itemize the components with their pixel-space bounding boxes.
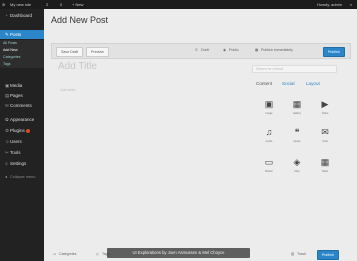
map-icon: ◈ bbox=[293, 157, 301, 167]
block-image[interactable]: ▣ Image bbox=[258, 96, 280, 118]
table-icon: ▦ bbox=[320, 157, 330, 167]
sidebar-item-settings[interactable]: ≡ Settings bbox=[0, 159, 44, 168]
block-audio[interactable]: ♫ Audio bbox=[258, 124, 280, 146]
key-icon: ⚿ bbox=[195, 48, 198, 52]
sidebar-item-dashboard[interactable]: ◔ Dashboard bbox=[0, 11, 44, 20]
credits-caption: UI Explorations by Joen Asmussen & Mel C… bbox=[107, 248, 250, 258]
new-content-link[interactable]: + New bbox=[72, 2, 83, 7]
submenu-tags[interactable]: Tags bbox=[0, 61, 44, 68]
user-icon: ☺ bbox=[5, 139, 10, 144]
page-title: Add New Post bbox=[51, 15, 109, 25]
image-icon: ▣ bbox=[264, 99, 274, 109]
sidebar-item-label: Dashboard bbox=[10, 13, 33, 18]
submenu-all-posts[interactable]: All Posts bbox=[0, 40, 44, 47]
tab-layout[interactable]: Layout bbox=[306, 81, 320, 86]
block-search-input[interactable]: Search for a block bbox=[252, 65, 337, 73]
settings-icon: ≡ bbox=[5, 161, 8, 166]
block-quote[interactable]: ❝ Quote bbox=[286, 124, 308, 146]
schedule-dropdown[interactable]: Publish immediately bbox=[261, 48, 293, 52]
block-button[interactable]: ▭ Button bbox=[258, 154, 280, 176]
greeting[interactable]: Howdy, admin bbox=[317, 2, 342, 7]
calendar-icon: ▦ bbox=[255, 48, 259, 52]
sidebar-item-label: Collapse menu bbox=[10, 175, 36, 179]
chat-icon: ✉ bbox=[321, 127, 329, 137]
admin-bar: ⊛ My new site 2 0 + New Howdy, admin ⌕ bbox=[0, 0, 357, 9]
collapse-menu-button[interactable]: ◂ Collapse menu bbox=[0, 173, 44, 182]
footer-publish-button[interactable]: Publish bbox=[317, 250, 339, 260]
post-body-editor[interactable]: Just write... bbox=[60, 88, 78, 92]
gallery-icon: ▦ bbox=[292, 99, 302, 109]
tag-icon: ◇ bbox=[96, 252, 99, 256]
admin-sidebar: ◔ Dashboard ✎Posts All Posts Add New Cate… bbox=[0, 9, 44, 261]
block-gallery[interactable]: ▦ Gallery bbox=[286, 96, 308, 118]
submenu-add-new[interactable]: Add New bbox=[0, 47, 44, 54]
submenu-categories[interactable]: Categories bbox=[0, 54, 44, 61]
sidebar-item-posts[interactable]: ✎Posts bbox=[0, 30, 44, 39]
sidebar-item-label: Media bbox=[10, 83, 23, 88]
trash-icon: ▥ bbox=[291, 252, 295, 256]
save-draft-button[interactable]: Save Draft bbox=[56, 47, 83, 57]
page-icon: ▤ bbox=[5, 93, 10, 98]
media-icon: ▣ bbox=[5, 83, 10, 88]
pin-icon: ✎ bbox=[5, 32, 9, 37]
quote-icon: ❝ bbox=[294, 127, 300, 137]
tab-content[interactable]: Content bbox=[256, 81, 272, 86]
eye-icon: ◉ bbox=[223, 48, 227, 52]
block-map[interactable]: ◈ Map bbox=[286, 154, 308, 176]
sidebar-item-comments[interactable]: ✉Comments bbox=[0, 101, 44, 110]
sidebar-item-media[interactable]: ▣Media bbox=[0, 81, 44, 90]
main-content: Add New Post Save Draft Preview ⚿ Draft … bbox=[44, 9, 357, 261]
tab-social[interactable]: Social bbox=[282, 81, 295, 86]
sidebar-item-pages[interactable]: ▤Pages bbox=[0, 91, 44, 100]
search-icon[interactable]: ⌕ bbox=[350, 2, 352, 7]
trash-button[interactable]: Trash bbox=[297, 252, 306, 256]
folder-icon: ▭ bbox=[53, 252, 57, 256]
sidebar-item-appearance[interactable]: ✿Appearance bbox=[0, 115, 44, 124]
collapse-icon: ◂ bbox=[5, 175, 7, 179]
site-name-link[interactable]: My new site bbox=[10, 2, 31, 7]
editor-toolbar: Save Draft Preview ⚿ Draft ◉ Public ▦ Pu… bbox=[51, 43, 351, 59]
video-icon: ▶ bbox=[321, 99, 329, 109]
sidebar-item-plugins[interactable]: ⚙Plugins bbox=[0, 126, 44, 135]
wrench-icon: ✂ bbox=[5, 150, 9, 155]
sidebar-item-label: Plugins bbox=[10, 128, 25, 133]
plug-icon: ⚙ bbox=[5, 128, 10, 133]
sidebar-item-label: Tools bbox=[10, 150, 21, 155]
comment-icon: ✉ bbox=[5, 103, 9, 108]
plugins-update-badge bbox=[25, 128, 30, 133]
brush-icon: ✿ bbox=[5, 117, 9, 122]
sidebar-item-label: Pages bbox=[10, 93, 23, 98]
sidebar-item-label: Posts bbox=[10, 32, 22, 37]
updates-count[interactable]: 0 bbox=[60, 2, 62, 7]
sidebar-item-users[interactable]: ☺Users bbox=[0, 137, 44, 146]
sidebar-item-tools[interactable]: ✂Tools bbox=[0, 148, 44, 157]
block-video[interactable]: ▶ Video bbox=[314, 96, 336, 118]
categories-dropdown[interactable]: Categories bbox=[59, 252, 76, 256]
audio-icon: ♫ bbox=[265, 127, 273, 137]
visibility-dropdown[interactable]: Public bbox=[229, 48, 239, 52]
post-title-input[interactable]: Add Title bbox=[58, 61, 97, 72]
block-table[interactable]: ▦ Table bbox=[314, 154, 336, 176]
sidebar-item-label: Appearance bbox=[10, 117, 35, 122]
block-chat[interactable]: ✉ Chat bbox=[314, 124, 336, 146]
sidebar-item-label: Users bbox=[10, 139, 22, 144]
publish-button[interactable]: Publish bbox=[323, 47, 345, 57]
wordpress-logo-icon[interactable]: ⊛ bbox=[2, 2, 5, 7]
sidebar-item-label: Settings bbox=[10, 161, 27, 166]
status-dropdown[interactable]: Draft bbox=[201, 48, 209, 52]
preview-button[interactable]: Preview bbox=[86, 47, 109, 57]
sidebar-item-label: Comments bbox=[10, 103, 32, 108]
button-icon: ▭ bbox=[264, 157, 274, 167]
comments-count[interactable]: 2 bbox=[46, 2, 48, 7]
gauge-icon: ◔ bbox=[5, 13, 8, 18]
